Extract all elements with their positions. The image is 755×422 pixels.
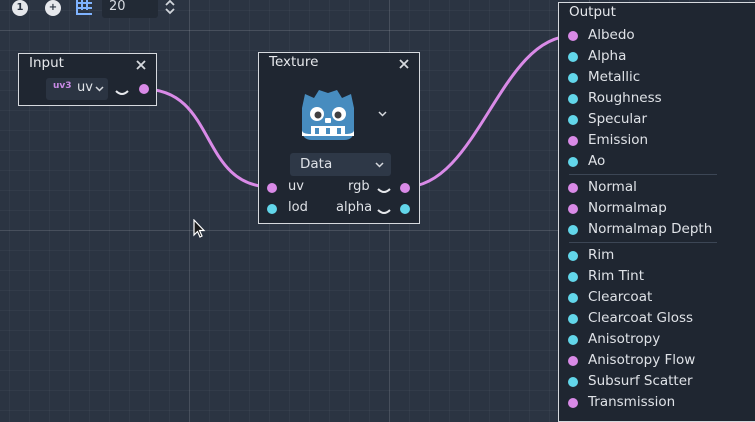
output-port-label: Clearcoat Gloss: [588, 310, 694, 326]
port-dot[interactable]: [568, 204, 578, 214]
port-dot[interactable]: [568, 314, 578, 324]
chevron-down-icon: [95, 86, 104, 92]
output-port-label: Subsurf Scatter: [588, 373, 693, 389]
close-icon[interactable]: [136, 60, 146, 70]
output-port-row[interactable]: Normal: [559, 178, 755, 199]
output-port-row[interactable]: Transmission: [559, 393, 755, 414]
output-port-row[interactable]: Alpha: [559, 47, 755, 68]
port-dot[interactable]: [568, 73, 578, 83]
output-port-label: Anisotropy: [588, 331, 661, 347]
port-dot[interactable]: [568, 183, 578, 193]
godot-logo-icon[interactable]: [299, 84, 357, 142]
separator: [569, 174, 717, 175]
texture-node-title: Texture: [269, 54, 319, 70]
texture-rgb-output-port[interactable]: [400, 183, 410, 193]
output-port-row[interactable]: Rim: [559, 246, 755, 267]
texture-type-select[interactable]: Data: [290, 153, 391, 176]
texture-uv-input-port[interactable]: [267, 183, 277, 193]
output-port-row[interactable]: Rim Tint: [559, 267, 755, 288]
snap-distance-input[interactable]: 20: [102, 0, 158, 18]
texture-alpha-output-port[interactable]: [400, 204, 410, 214]
output-port-row[interactable]: Metallic: [559, 68, 755, 89]
preview-toggle-icon[interactable]: [114, 89, 130, 97]
output-port-row[interactable]: Clearcoat Gloss: [559, 309, 755, 330]
output-port-label: Rim Tint: [588, 268, 645, 284]
output-port-row[interactable]: Subsurf Scatter: [559, 372, 755, 393]
output-port-label: Ao: [588, 153, 606, 169]
grid-snap-icon[interactable]: [72, 0, 94, 18]
input-uv-port[interactable]: [139, 84, 149, 94]
wire-input-uv-to-texture-uv: [142, 87, 273, 189]
output-port-label: Normal: [588, 179, 637, 195]
port-dot[interactable]: [568, 335, 578, 345]
port-dot[interactable]: [568, 293, 578, 303]
port-dot[interactable]: [568, 225, 578, 235]
output-port-label: Anisotropy Flow: [588, 352, 696, 368]
texture-output-label-alpha: alpha: [336, 200, 373, 215]
output-port-label: Rim: [588, 247, 615, 263]
wire-texture-rgb-to-output-albedo: [404, 34, 573, 189]
port-dot[interactable]: [568, 115, 578, 125]
output-port-row[interactable]: Albedo: [559, 26, 755, 47]
output-port-label: Albedo: [588, 27, 635, 43]
port-dot[interactable]: [568, 52, 578, 62]
output-port-row[interactable]: Ao: [559, 152, 755, 173]
vector-type-badge: uv3: [53, 81, 72, 91]
texture-input-label-lod: lod: [288, 200, 308, 215]
port-dot[interactable]: [568, 356, 578, 366]
texture-type-value: Data: [300, 156, 333, 172]
output-node-title: Output: [569, 4, 616, 20]
output-port-label: Normalmap Depth: [588, 221, 713, 237]
up-down-arrows-icon[interactable]: [164, 0, 176, 17]
chevron-down-icon: [375, 162, 384, 168]
port-dot[interactable]: [568, 251, 578, 261]
output-port-row[interactable]: Anisotropy Flow: [559, 351, 755, 372]
output-port-label: Clearcoat: [588, 289, 653, 305]
input-node[interactable]: Input uv3 uv: [18, 53, 157, 106]
port-dot[interactable]: [568, 31, 578, 41]
port-dot[interactable]: [568, 398, 578, 408]
output-port-row[interactable]: Emission: [559, 131, 755, 152]
input-node-title: Input: [29, 55, 64, 71]
texture-output-label-rgb: rgb: [348, 179, 370, 194]
preview-toggle-icon[interactable]: [376, 208, 392, 216]
output-port-label: Roughness: [588, 90, 662, 106]
output-port-label: Emission: [588, 132, 649, 148]
output-port-row[interactable]: Specular: [559, 110, 755, 131]
output-port-label: Transmission: [588, 394, 676, 410]
output-port-label: Specular: [588, 111, 647, 127]
output-port-label: Metallic: [588, 69, 641, 85]
output-port-row[interactable]: Normalmap Depth: [559, 220, 755, 241]
output-port-row[interactable]: Normalmap: [559, 199, 755, 220]
output-port-row[interactable]: Anisotropy: [559, 330, 755, 351]
zoom-in-icon[interactable]: +: [45, 0, 61, 16]
separator: [569, 242, 717, 243]
output-port-label: Normalmap: [588, 200, 667, 216]
zoom-reset-icon[interactable]: 1: [12, 0, 28, 16]
mouse-cursor-icon: [193, 219, 206, 238]
close-icon[interactable]: [399, 59, 409, 69]
port-dot[interactable]: [568, 272, 578, 282]
texture-node[interactable]: Texture Data uv rgb lod alpha: [258, 52, 420, 224]
port-dot[interactable]: [568, 157, 578, 167]
texture-lod-input-port[interactable]: [267, 204, 277, 214]
chevron-down-icon[interactable]: [378, 111, 387, 117]
input-select-value: uv: [77, 80, 93, 95]
texture-input-label-uv: uv: [288, 179, 304, 194]
port-dot[interactable]: [568, 136, 578, 146]
port-dot[interactable]: [568, 377, 578, 387]
input-select[interactable]: uv3 uv: [46, 78, 108, 100]
output-port-row[interactable]: Clearcoat: [559, 288, 755, 309]
output-port-row[interactable]: Roughness: [559, 89, 755, 110]
preview-toggle-icon[interactable]: [376, 187, 392, 195]
output-port-label: Alpha: [588, 48, 627, 64]
output-node[interactable]: Output Albedo Alpha Metallic Roughness S…: [558, 2, 755, 422]
port-dot[interactable]: [568, 94, 578, 104]
